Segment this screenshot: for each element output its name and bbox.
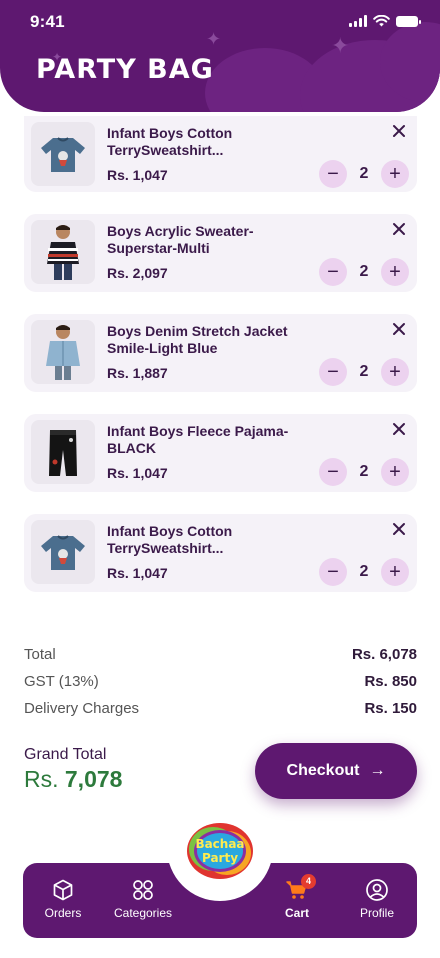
summary-row-total: Total Rs. 6,078 [24, 646, 417, 673]
delivery-value: Rs. 150 [364, 700, 417, 717]
checkout-button[interactable]: Checkout → [255, 743, 417, 799]
item-name: Infant Boys Fleece Pajama-BLACK [107, 423, 289, 456]
quantity-stepper: − 2 + [319, 458, 409, 486]
quantity-stepper: − 2 + [319, 258, 409, 286]
item-name: Infant Boys Cotton TerrySweatshirt... [107, 125, 233, 158]
increase-quantity-button[interactable]: + [381, 160, 409, 188]
decrease-quantity-button[interactable]: − [319, 160, 347, 188]
remove-item-icon[interactable] [390, 320, 408, 338]
decrease-quantity-button[interactable]: − [319, 558, 347, 586]
item-name: Boys Denim Stretch Jacket Smile-Light Bl… [107, 323, 288, 356]
status-icons [349, 15, 421, 27]
quantity-value: 2 [359, 165, 369, 182]
gst-value: Rs. 850 [364, 673, 417, 690]
summary-row-delivery: Delivery Charges Rs. 150 [24, 700, 417, 727]
nav-item-orders[interactable]: Orders [23, 878, 103, 920]
cart-item: Infant Boys Cotton TerrySweatshirt... Rs… [24, 116, 417, 192]
increase-quantity-button[interactable]: + [381, 458, 409, 486]
wifi-icon [373, 15, 390, 27]
remove-item-icon[interactable] [390, 420, 408, 438]
quantity-value: 2 [359, 463, 369, 480]
product-image-striped-sweater[interactable] [31, 220, 95, 284]
item-price: Rs. 1,047 [107, 565, 168, 581]
quantity-stepper: − 2 + [319, 358, 409, 386]
nav-label-profile: Profile [359, 906, 394, 920]
quantity-stepper: − 2 + [319, 558, 409, 586]
item-price: Rs. 1,047 [107, 167, 168, 183]
item-name: Boys Acrylic Sweater-Superstar-Multi [107, 223, 254, 256]
total-label: Total [24, 646, 56, 663]
item-name: Infant Boys Cotton TerrySweatshirt... [107, 523, 233, 556]
cart-list: Infant Boys Cotton TerrySweatshirt... Rs… [24, 116, 417, 614]
cart-item: Infant Boys Cotton TerrySweatshirt... Rs… [24, 514, 417, 592]
nav-item-profile[interactable]: Profile [337, 878, 417, 920]
increase-quantity-button[interactable]: + [381, 258, 409, 286]
nav-label-cart: Cart [284, 906, 309, 920]
grand-total-amount: 7,078 [64, 766, 123, 792]
arrow-right-icon: → [369, 762, 386, 779]
grid-icon [133, 880, 153, 900]
order-summary: Total Rs. 6,078 GST (13%) Rs. 850 Delive… [24, 646, 417, 727]
nav-item-categories[interactable]: Categories [103, 878, 183, 920]
quantity-value: 2 [359, 263, 369, 280]
grand-total-value: Rs. 7,078 [24, 766, 122, 793]
remove-item-icon[interactable] [390, 520, 408, 538]
total-value: Rs. 6,078 [351, 646, 417, 663]
grand-total-currency: Rs. [24, 766, 59, 792]
logo-text-line1: Bachaa [195, 837, 244, 851]
decrease-quantity-button[interactable]: − [319, 258, 347, 286]
status-bar: 9:41 [0, 0, 440, 44]
cart-item: Infant Boys Fleece Pajama-BLACK Rs. 1,04… [24, 414, 417, 492]
quantity-value: 2 [359, 563, 369, 580]
item-price: Rs. 1,887 [107, 365, 168, 381]
product-image-denim-jacket[interactable] [31, 320, 95, 384]
cart-badge: 4 [301, 874, 316, 889]
increase-quantity-button[interactable]: + [381, 358, 409, 386]
nav-label-categories: Categories [113, 906, 173, 920]
user-icon [366, 879, 388, 901]
battery-icon [396, 15, 421, 27]
brand-logo[interactable]: Bachaa Party [183, 815, 257, 883]
cart-item: Boys Denim Stretch Jacket Smile-Light Bl… [24, 314, 417, 392]
delivery-label: Delivery Charges [24, 700, 140, 717]
header: ✦ ✦ ✦ 9:41 PARTY BAG [0, 0, 440, 112]
item-price: Rs. 1,047 [107, 465, 168, 481]
product-image-blue-sweatshirt[interactable] [31, 122, 95, 186]
quantity-value: 2 [359, 363, 369, 380]
box-icon [53, 879, 73, 901]
product-image-black-pajama[interactable] [31, 420, 95, 484]
item-price: Rs. 2,097 [107, 265, 168, 281]
signal-icon [349, 15, 367, 27]
increase-quantity-button[interactable]: + [381, 558, 409, 586]
remove-item-icon[interactable] [390, 220, 408, 238]
nav-item-cart[interactable]: 4 Cart [257, 874, 337, 920]
status-time: 9:41 [30, 12, 65, 31]
quantity-stepper: − 2 + [319, 160, 409, 188]
grand-total-label: Grand Total [24, 746, 107, 763]
remove-item-icon[interactable] [390, 122, 408, 140]
decrease-quantity-button[interactable]: − [319, 458, 347, 486]
product-image-blue-sweatshirt[interactable] [31, 520, 95, 584]
nav-label-orders: Orders [44, 906, 82, 920]
checkout-label: Checkout [286, 762, 360, 779]
gst-label: GST (13%) [24, 673, 99, 690]
cart-item: Boys Acrylic Sweater-Superstar-Multi Rs.… [24, 214, 417, 292]
page-title: PARTY BAG [36, 54, 214, 85]
logo-text-line2: Party [202, 851, 238, 865]
decrease-quantity-button[interactable]: − [319, 358, 347, 386]
summary-row-gst: GST (13%) Rs. 850 [24, 673, 417, 700]
